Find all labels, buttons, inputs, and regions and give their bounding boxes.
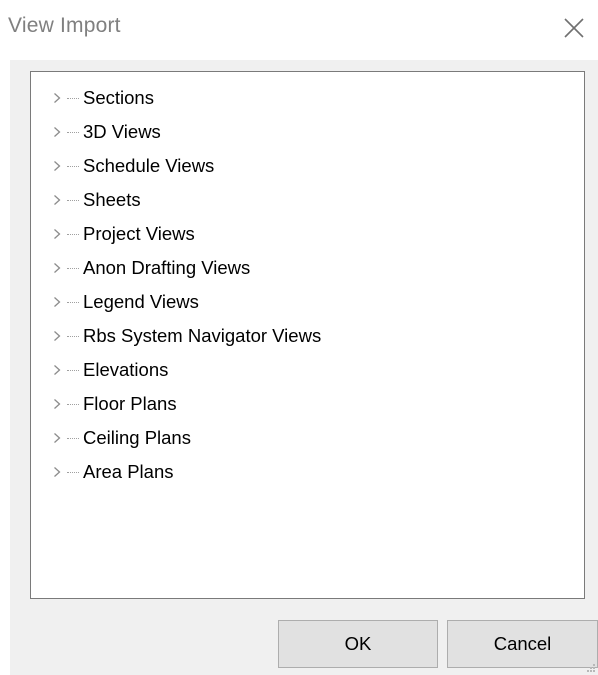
tree-item-label: 3D Views: [83, 121, 161, 142]
tree-connector: [67, 472, 79, 473]
tree-item[interactable]: Project Views: [31, 217, 584, 251]
chevron-right-icon[interactable]: [51, 228, 63, 240]
tree-connector: [67, 302, 79, 303]
tree-item[interactable]: Area Plans: [31, 455, 584, 489]
chevron-right-icon[interactable]: [51, 466, 63, 478]
chevron-right-icon[interactable]: [51, 364, 63, 376]
tree-item-label: Elevations: [83, 359, 169, 380]
tree-item[interactable]: Sheets: [31, 183, 584, 217]
chevron-right-icon[interactable]: [51, 126, 63, 138]
tree-item-label: Sections: [83, 87, 154, 108]
tree-connector: [67, 404, 79, 405]
tree-item[interactable]: Schedule Views: [31, 149, 584, 183]
tree-item-label: Anon Drafting Views: [83, 257, 251, 278]
ok-button[interactable]: OK: [278, 620, 438, 668]
tree-item-label: Project Views: [83, 223, 195, 244]
tree-item[interactable]: 3D Views: [31, 115, 584, 149]
chevron-right-icon[interactable]: [51, 330, 63, 342]
tree-item[interactable]: Floor Plans: [31, 387, 584, 421]
tree-connector: [67, 268, 79, 269]
chevron-right-icon[interactable]: [51, 92, 63, 104]
tree-connector: [67, 234, 79, 235]
tree-connector: [67, 438, 79, 439]
close-icon: [564, 18, 584, 38]
tree-item-label: Schedule Views: [83, 155, 215, 176]
view-import-dialog: View Import Sections 3D Views Schedule V…: [0, 0, 598, 675]
tree-item-label: Area Plans: [83, 461, 174, 482]
cancel-button[interactable]: Cancel: [447, 620, 598, 668]
chevron-right-icon[interactable]: [51, 194, 63, 206]
tree-item-label: Legend Views: [83, 291, 199, 312]
tree-item[interactable]: Legend Views: [31, 285, 584, 319]
chevron-right-icon[interactable]: [51, 296, 63, 308]
dialog-title: View Import: [8, 14, 121, 37]
tree-item-label: Ceiling Plans: [83, 427, 191, 448]
chevron-right-icon[interactable]: [51, 262, 63, 274]
tree-list: Sections 3D Views Schedule Views Sheets: [31, 81, 584, 489]
tree-item-label: Rbs System Navigator Views: [83, 325, 322, 346]
title-bar: View Import: [0, 0, 598, 60]
chevron-right-icon[interactable]: [51, 160, 63, 172]
tree-item[interactable]: Anon Drafting Views: [31, 251, 584, 285]
tree-item[interactable]: Elevations: [31, 353, 584, 387]
chevron-right-icon[interactable]: [51, 432, 63, 444]
resize-grip-icon[interactable]: [586, 663, 596, 673]
tree-item-label: Floor Plans: [83, 393, 177, 414]
tree-connector: [67, 200, 79, 201]
tree-item[interactable]: Sections: [31, 81, 584, 115]
tree-connector: [67, 166, 79, 167]
chevron-right-icon[interactable]: [51, 398, 63, 410]
close-button[interactable]: [554, 8, 594, 48]
tree-connector: [67, 132, 79, 133]
tree-item-label: Sheets: [83, 189, 141, 210]
tree-connector: [67, 336, 79, 337]
tree-item[interactable]: Rbs System Navigator Views: [31, 319, 584, 353]
dialog-client-area: Sections 3D Views Schedule Views Sheets: [10, 60, 598, 675]
tree-item[interactable]: Ceiling Plans: [31, 421, 584, 455]
tree-connector: [67, 370, 79, 371]
tree-connector: [67, 98, 79, 99]
view-tree[interactable]: Sections 3D Views Schedule Views Sheets: [30, 71, 585, 599]
